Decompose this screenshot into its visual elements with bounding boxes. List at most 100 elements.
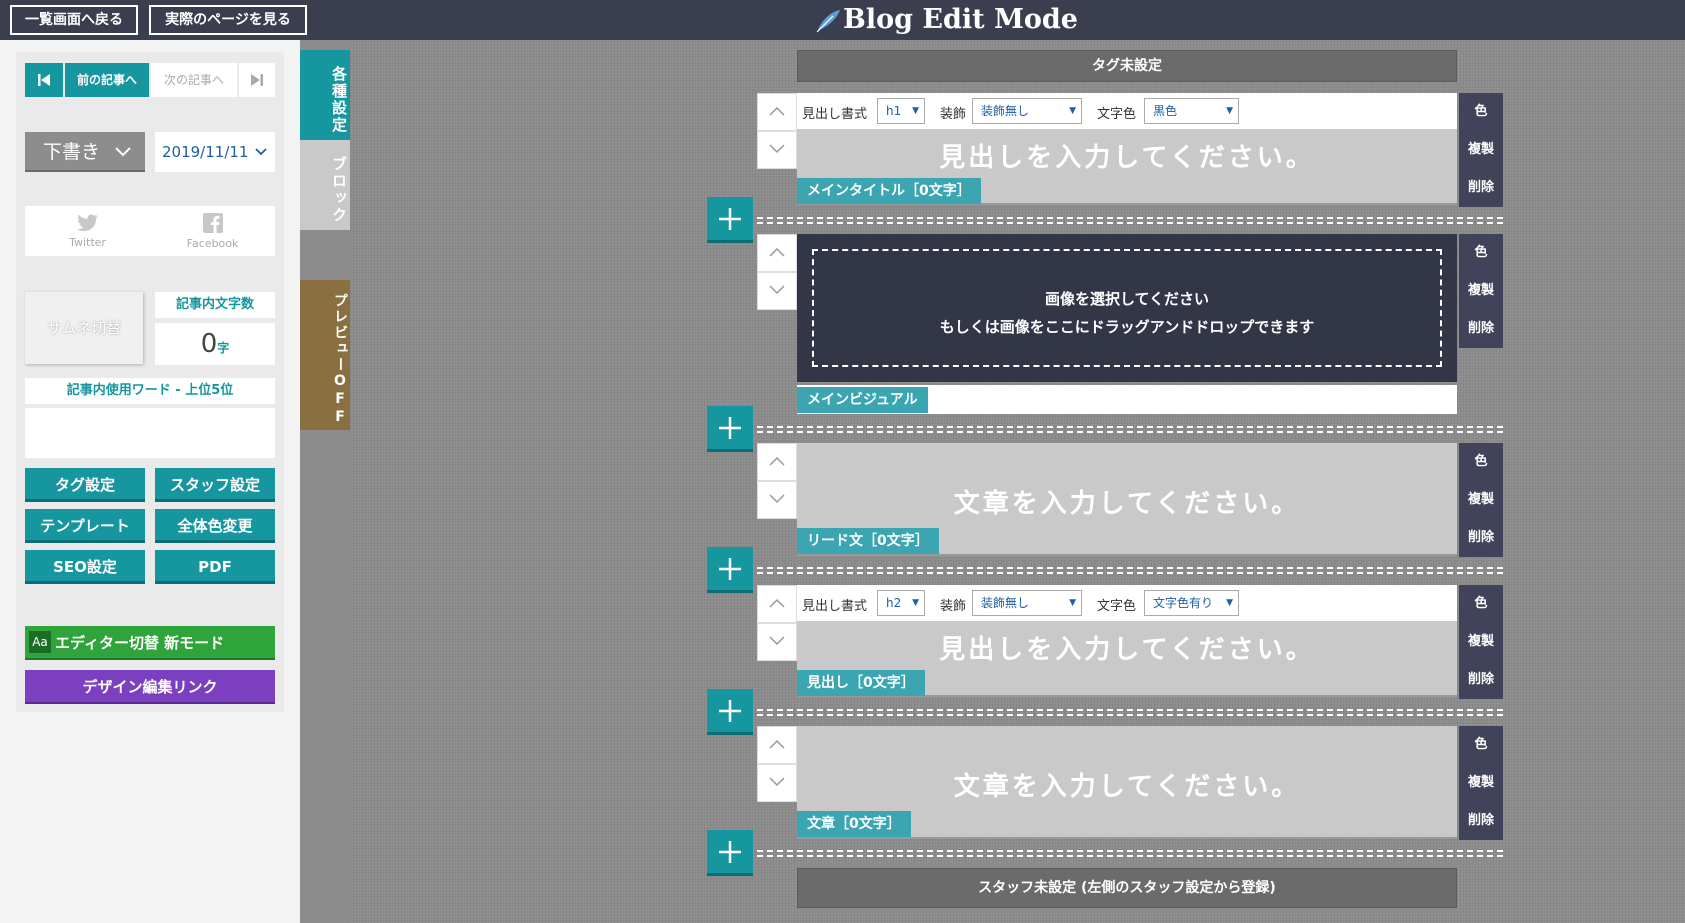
facebook-icon [202,213,223,233]
app-logo: Blog Edit Mode [815,2,1078,38]
next-article-button[interactable]: 次の記事へ [151,63,237,97]
move-down-button[interactable] [757,623,797,661]
add-block-button[interactable] [707,197,753,243]
color-button[interactable]: 色 [1459,585,1503,623]
date-label: 2019/11/11 [162,143,249,161]
decoration-select[interactable]: 装飾無し ▼ [972,98,1082,124]
plus-icon [719,208,741,230]
tab-preview-off[interactable]: プレビューOFF [300,280,350,430]
color-button[interactable]: 色 [1459,443,1503,481]
status-dropdown[interactable]: 下書き [25,132,145,172]
feather-icon [816,9,840,32]
delete-button[interactable]: 削除 [1459,310,1503,348]
heading-placeholder[interactable]: 見出しを入力してください。 [797,137,1457,174]
move-up-button[interactable] [757,234,797,272]
tag-settings-button[interactable]: タグ設定 [25,468,145,502]
caret-down-icon: ▼ [1226,106,1233,116]
block-label: 見出し［0文字］ [797,670,925,696]
chevron-down-icon [769,285,785,295]
chevron-up-icon [769,598,785,608]
move-down-button[interactable] [757,481,797,519]
template-button[interactable]: テンプレート [25,509,145,543]
twitter-share-button[interactable]: Twitter [25,206,150,256]
tab-block[interactable]: ブロック [300,140,350,230]
tag-band[interactable]: タグ未設定 [797,50,1457,82]
char-count-unit: 字 [217,341,230,355]
editor-switch-button[interactable]: Aa エディター切替 新モード [25,626,275,660]
twitter-label: Twitter [69,236,106,249]
text-block[interactable]: 文章を入力してください。 文章［0文字］ [797,726,1457,839]
thumbnail-switch-button[interactable]: サムネ切替 [25,292,143,364]
top-words-box [25,408,275,458]
heading-block[interactable]: 見出しを入力してください。 メインタイトル［0文字］ [797,129,1457,205]
facebook-share-button[interactable]: Facebook [150,206,275,256]
move-down-button[interactable] [757,131,797,169]
color-button[interactable]: 色 [1459,234,1503,272]
editor-switch-label: エディター切替 新モード [55,634,225,652]
add-block-button[interactable] [707,406,753,452]
image-select-text: 画像を選択してください [1044,290,1210,308]
duplicate-button[interactable]: 複製 [1459,131,1503,169]
text-placeholder[interactable]: 文章を入力してください。 [797,766,1457,803]
lead-text-placeholder[interactable]: 文章を入力してください。 [797,483,1457,520]
delete-button[interactable]: 削除 [1459,802,1503,840]
heading-placeholder[interactable]: 見出しを入力してください。 [797,629,1457,666]
delete-button[interactable]: 削除 [1459,169,1503,207]
duplicate-button[interactable]: 複製 [1459,481,1503,519]
first-article-button[interactable] [25,63,63,97]
chevron-down-icon [255,148,267,156]
chevron-up-icon [769,456,785,466]
text-color-select[interactable]: 文字色有り ▼ [1144,590,1239,616]
back-to-list-button[interactable]: 一覧画面へ戻る [10,5,138,35]
text-color-select[interactable]: 黒色 ▼ [1144,98,1239,124]
seo-settings-button[interactable]: SEO設定 [25,550,145,584]
add-block-button[interactable] [707,830,753,876]
move-up-button[interactable] [757,443,797,481]
caret-down-icon: ▼ [1226,598,1233,608]
decoration-label: 装飾 [940,107,967,122]
add-block-button[interactable] [707,547,753,593]
add-block-button[interactable] [707,689,753,735]
heading-format-value: h2 [886,596,902,610]
staff-settings-button[interactable]: スタッフ設定 [155,468,275,502]
left-panel: 前の記事へ 次の記事へ 下書き 2019/11/11 Twitter Faceb… [0,40,300,923]
last-article-button[interactable] [239,63,275,97]
move-up-button[interactable] [757,726,797,764]
heading-format-select[interactable]: h1 ▼ [877,98,925,124]
duplicate-button[interactable]: 複製 [1459,272,1503,310]
insert-divider [757,850,1503,857]
heading-block[interactable]: 見出しを入力してください。 見出し［0文字］ [797,621,1457,697]
move-up-button[interactable] [757,585,797,623]
editor-aa-icon: Aa [29,631,51,653]
decoration-select[interactable]: 装飾無し ▼ [972,590,1082,616]
delete-button[interactable]: 削除 [1459,661,1503,699]
design-edit-link-button[interactable]: デザイン編集リンク [25,670,275,704]
pdf-button[interactable]: PDF [155,550,275,584]
move-down-button[interactable] [757,764,797,802]
date-dropdown[interactable]: 2019/11/11 [155,132,275,172]
move-up-button[interactable] [757,93,797,131]
delete-button[interactable]: 削除 [1459,519,1503,557]
heading-format-label: 見出し書式 [802,599,868,614]
heading-options-row: 見出し書式 h1 ▼ 装飾 装飾無し ▼ 文字色 黒色 ▼ [797,93,1457,129]
text-color-label: 文字色 [1097,599,1137,614]
color-button[interactable]: 色 [1459,93,1503,131]
prev-article-button[interactable]: 前の記事へ [65,63,149,97]
insert-divider [757,217,1503,224]
duplicate-button[interactable]: 複製 [1459,623,1503,661]
lead-text-block[interactable]: 文章を入力してください。 リード文［0文字］ [797,443,1457,556]
char-count-value: 0 [200,329,218,359]
duplicate-button[interactable]: 複製 [1459,764,1503,802]
tab-settings[interactable]: 各種設定 [300,50,350,140]
heading-format-select[interactable]: h2 ▼ [877,590,925,616]
caret-down-icon: ▼ [1069,598,1076,608]
text-color-value: 黒色 [1153,104,1178,118]
global-color-button[interactable]: 全体色変更 [155,509,275,543]
staff-band[interactable]: スタッフ未設定 (左側のスタッフ設定から登録) [797,868,1457,908]
image-drop-area[interactable]: 画像を選択してください もしくは画像をここにドラッグアンドドロップできます [797,234,1457,382]
image-drop-zone[interactable]: 画像を選択してください もしくは画像をここにドラッグアンドドロップできます [812,249,1442,367]
move-down-button[interactable] [757,272,797,310]
main-visual-footer: メインビジュアル [797,385,1457,414]
color-button[interactable]: 色 [1459,726,1503,764]
view-page-button[interactable]: 実際のページを見る [149,5,307,35]
